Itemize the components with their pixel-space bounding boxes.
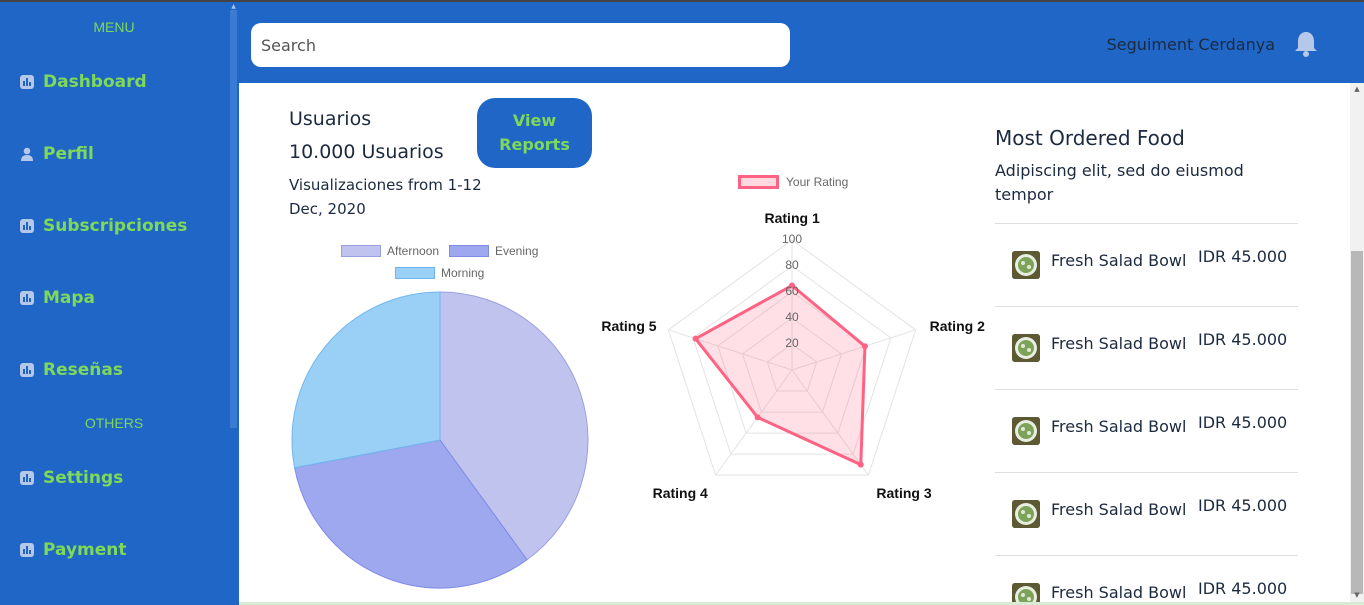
food-thumbnail [1012, 417, 1040, 445]
most-ordered-subtitle: Adipiscing elit, sed do eiusmod tempor [995, 161, 1244, 204]
radar-tick-label: 20 [785, 336, 799, 350]
legend-label: Morning [441, 266, 485, 280]
food-list-item[interactable]: Fresh Salad Bowl IDR 45.000 [995, 306, 1298, 389]
radar-tick-label: 60 [785, 284, 799, 298]
user-name[interactable]: Seguiment Cerdanya [1107, 35, 1275, 54]
food-list-item[interactable]: Fresh Salad Bowl IDR 45.000 [995, 389, 1298, 472]
food-list-item[interactable]: Fresh Salad Bowl IDR 45.000 [995, 555, 1298, 603]
bell-icon[interactable] [1293, 30, 1319, 58]
food-thumbnail [1012, 500, 1040, 528]
top-header: Seguiment Cerdanya [239, 2, 1364, 83]
food-list-item[interactable]: Fresh Salad Bowl IDR 45.000 [995, 472, 1298, 555]
food-price: IDR 45.000 [1198, 330, 1288, 349]
legend-swatch [449, 245, 489, 257]
page-scrollbar[interactable]: ▲ ▼ [1350, 83, 1364, 603]
radar-axis-label-rating-4: Rating 4 [652, 485, 708, 502]
legend-swatch [341, 245, 381, 257]
food-thumbnail [1012, 334, 1040, 362]
sidebar-item-perfil[interactable]: Perfil [20, 140, 94, 168]
sidebar-item-label: Reseñas [43, 360, 123, 380]
sidebar-item-label: Settings [43, 468, 124, 488]
most-ordered-title: Most Ordered Food [995, 126, 1185, 150]
radar-tick-label: 80 [785, 258, 799, 272]
legend-item-afternoon[interactable]: Afternoon [341, 244, 439, 258]
food-name: Fresh Salad Bowl [1051, 417, 1187, 436]
sidebar-item-settings[interactable]: Settings [20, 464, 123, 492]
sidebar-item-mapa[interactable]: Mapa [20, 284, 95, 312]
stats-count: 10.000 Usuarios [289, 141, 444, 163]
radar-tick-label: 40 [785, 310, 799, 324]
legend-label: Afternoon [387, 244, 440, 258]
sidebar-others-heading: OTHERS [84, 415, 144, 431]
sidebar-item-label: Subscripciones [43, 216, 188, 236]
radar-point-rating-3[interactable] [857, 461, 864, 468]
sidebar-item-label: Perfil [43, 144, 94, 164]
scroll-up-arrow-icon[interactable]: ▲ [230, 4, 237, 10]
food-price: IDR 45.000 [1198, 247, 1288, 266]
stats-subtitle: Visualizaciones from 1-12 Dec, 2020 [289, 176, 482, 218]
chart-bar-icon [20, 471, 34, 485]
radar-point-rating-2[interactable] [861, 343, 868, 350]
scroll-up-arrow-icon[interactable]: ▲ [1350, 85, 1364, 93]
food-list-item[interactable]: Fresh Salad Bowl IDR 45.000 [995, 223, 1298, 306]
legend-label: Evening [495, 244, 539, 258]
chart-bar-icon [20, 543, 34, 557]
sidebar-item-subscripciones[interactable]: Subscripciones [20, 212, 187, 240]
view-reports-button[interactable]: View Reports [477, 98, 592, 168]
scroll-down-arrow-icon[interactable]: ▼ [1350, 591, 1364, 599]
sidebar-item-dashboard[interactable]: Dashboard [20, 68, 147, 96]
food-name: Fresh Salad Bowl [1051, 500, 1187, 519]
food-name: Fresh Salad Bowl [1051, 334, 1187, 353]
radar-axis-label-rating-2: Rating 2 [929, 317, 985, 334]
food-price: IDR 45.000 [1198, 496, 1288, 515]
radar-axis-label-rating-1: Rating 1 [764, 210, 820, 226]
legend-swatch [738, 175, 779, 189]
sidebar-item-label: Mapa [43, 288, 96, 308]
pie-slice-morning[interactable] [291, 291, 441, 469]
food-thumbnail [1012, 583, 1040, 603]
legend-label: Your Rating [786, 175, 849, 189]
sidebar-menu-heading: MENU [93, 19, 135, 35]
radar-point-rating-4[interactable] [754, 414, 761, 421]
radar-point-rating-5[interactable] [692, 335, 699, 342]
food-thumbnail [1012, 251, 1040, 279]
sidebar-item-label: Dashboard [43, 72, 147, 92]
sidebar: MENU Dashboard Perfil Subscripciones Map… [0, 2, 239, 605]
radar-axis-label-rating-3: Rating 3 [876, 485, 932, 502]
chart-bar-icon [20, 219, 34, 233]
user-icon [20, 147, 34, 161]
radar-axis-label-rating-5: Rating 5 [601, 317, 657, 334]
legend-item-evening[interactable]: Evening [449, 244, 538, 258]
food-name: Fresh Salad Bowl [1051, 251, 1187, 270]
chart-bar-icon [20, 291, 34, 305]
food-price: IDR 45.000 [1198, 413, 1288, 432]
chart-bar-icon [20, 363, 34, 377]
stats-title: Usuarios [289, 108, 372, 130]
search-input[interactable] [251, 23, 790, 67]
radar-tick-label: 100 [781, 232, 803, 246]
food-name: Fresh Salad Bowl [1051, 583, 1187, 602]
pie-chart [291, 291, 589, 589]
scrollbar-thumb[interactable] [1351, 251, 1363, 594]
sidebar-item-payment[interactable]: Payment [20, 536, 127, 564]
sidebar-item-resenas[interactable]: Reseñas [20, 356, 123, 384]
food-price: IDR 45.000 [1198, 579, 1288, 598]
radar-legend[interactable]: Your Rating [738, 175, 848, 189]
legend-item-morning[interactable]: Morning [395, 266, 484, 280]
legend-swatch [395, 267, 435, 279]
chart-bar-icon [20, 75, 34, 89]
sidebar-scrollbar[interactable]: ▲ [230, 4, 237, 428]
sidebar-item-label: Payment [43, 540, 127, 560]
